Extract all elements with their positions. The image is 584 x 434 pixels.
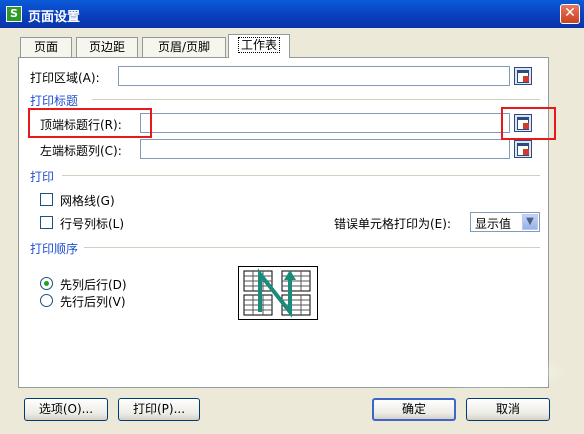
chevron-down-icon[interactable]: ▼	[522, 214, 538, 230]
options-button[interactable]: 选项(O)...	[24, 398, 108, 421]
down-then-over-radio[interactable]	[40, 277, 53, 290]
gridlines-checkbox[interactable]	[40, 193, 53, 206]
columns-to-repeat-label: 左端标题列(C):	[40, 144, 122, 158]
page-order-section-label: 打印顺序	[30, 242, 79, 256]
cell-errors-value: 显示值	[475, 217, 512, 231]
row-col-headings-checkbox[interactable]	[40, 216, 53, 229]
ok-button[interactable]: 确定	[372, 398, 456, 421]
print-section-label: 打印	[30, 170, 55, 184]
print-divider	[62, 175, 540, 176]
highlight-box-button	[501, 107, 556, 140]
cell-errors-label: 错误单元格打印为(E):	[334, 217, 451, 231]
tab-margins[interactable]: 页边距	[76, 37, 138, 57]
page-order-divider	[84, 247, 540, 248]
over-then-down-radio[interactable]	[40, 294, 53, 307]
tab-label: 页边距	[88, 40, 125, 54]
highlight-box-label	[28, 108, 152, 138]
page-order-preview-icon	[238, 266, 318, 320]
page-setup-dialog: S 页面设置 ✕ 页面 页边距 页眉/页脚 工作表 打印区域(A): 打印标题 …	[0, 0, 584, 434]
print-area-label: 打印区域(A):	[30, 71, 100, 85]
close-button[interactable]: ✕	[560, 4, 580, 24]
print-area-input[interactable]	[118, 66, 510, 86]
print-titles-section-label: 打印标题	[30, 94, 79, 108]
over-then-down-label: 先行后列(V)	[60, 295, 126, 309]
app-icon: S	[6, 6, 22, 22]
columns-to-repeat-input[interactable]	[140, 139, 510, 159]
gridlines-label: 网格线(G)	[60, 194, 115, 208]
print-area-range-select-icon[interactable]	[514, 67, 532, 85]
watermark-overlay	[418, 352, 568, 392]
rows-to-repeat-input[interactable]	[140, 113, 510, 133]
columns-to-repeat-range-select-icon[interactable]	[514, 140, 532, 158]
title-bar[interactable]: S 页面设置 ✕	[0, 0, 584, 28]
tab-label: 工作表	[237, 37, 280, 53]
print-button[interactable]: 打印(P)...	[118, 398, 200, 421]
tab-label: 页眉/页脚	[157, 40, 211, 54]
tab-label: 页面	[33, 40, 58, 54]
window-title: 页面设置	[28, 10, 81, 25]
print-titles-divider	[92, 99, 540, 100]
tab-header-footer[interactable]: 页眉/页脚	[142, 37, 226, 57]
tab-page[interactable]: 页面	[20, 37, 72, 57]
cancel-button[interactable]: 取消	[466, 398, 550, 421]
down-then-over-label: 先列后行(D)	[60, 278, 127, 292]
tab-sheet[interactable]: 工作表	[228, 34, 290, 58]
row-col-headings-label: 行号列标(L)	[60, 217, 125, 231]
cell-errors-select[interactable]: 显示值 ▼	[470, 212, 540, 232]
